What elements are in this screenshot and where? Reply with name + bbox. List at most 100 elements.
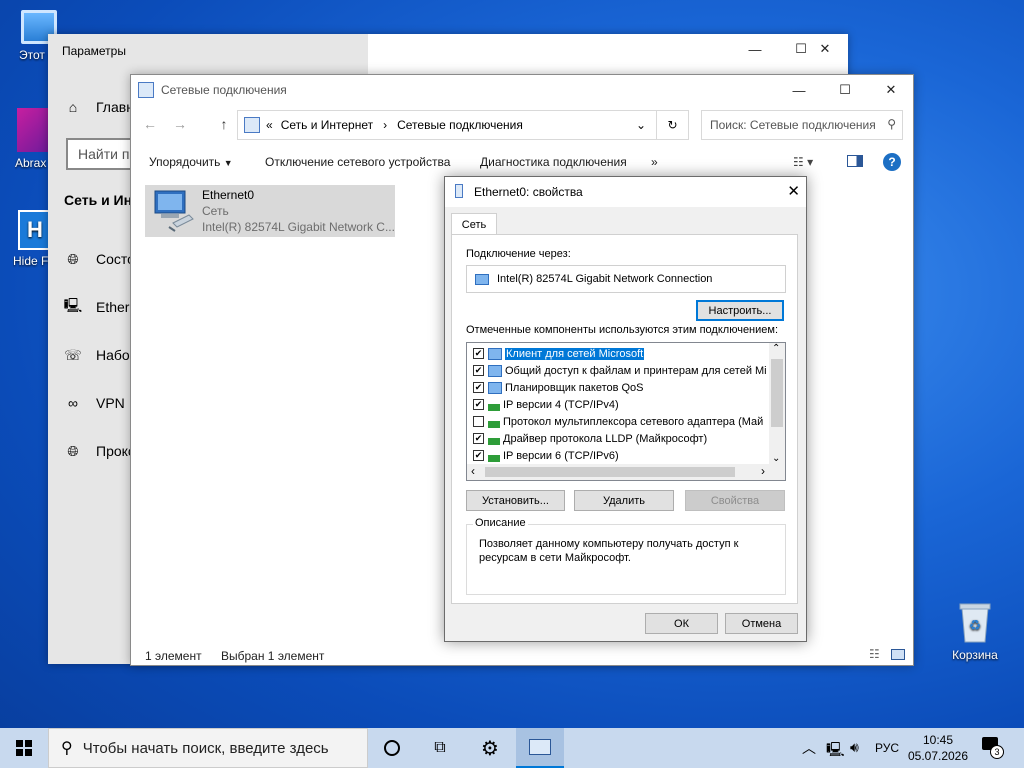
component-checkbox[interactable]: ✔ <box>473 382 484 393</box>
install-button[interactable]: Установить... <box>466 490 565 511</box>
settings-title: Параметры <box>62 44 126 58</box>
clock[interactable]: 10:45 05.07.2026 <box>906 732 970 764</box>
up-button[interactable]: ↑ <box>213 113 235 135</box>
sidebar-item-vpn[interactable]: ∞ VPN <box>64 394 125 412</box>
component-label: Общий доступ к файлам и принтерам для се… <box>505 364 767 377</box>
component-row[interactable]: ✔ Клиент для сетей Microsoft <box>467 345 771 362</box>
organize-label: Упорядочить <box>149 155 221 169</box>
network-tray-icon[interactable]: 🖳︎ <box>826 739 845 763</box>
forward-button[interactable]: → <box>169 113 191 135</box>
component-row[interactable]: ✔ Драйвер протокола LLDP (Майкрософт) <box>467 430 771 447</box>
ethernet0-connection[interactable]: Ethernet0 Сеть Intel(R) 82574L Gigabit N… <box>145 185 395 237</box>
scroll-right-icon[interactable]: › <box>761 464 765 478</box>
chevron-right-icon: › <box>383 118 388 132</box>
settings-home[interactable]: ⌂ Главн <box>64 98 134 116</box>
taskbar-search-box[interactable]: ⚲ Чтобы начать поиск, введите здесь <box>48 728 368 768</box>
close-button[interactable]: ✕ <box>802 34 848 64</box>
caret-down-icon: ▼ <box>223 158 233 168</box>
scrollbar-thumb[interactable] <box>771 359 783 427</box>
svg-text:♻: ♻ <box>969 617 982 633</box>
refresh-button[interactable]: ↻ <box>656 111 688 139</box>
minimize-button[interactable]: — <box>732 34 778 64</box>
uninstall-button[interactable]: Удалить <box>574 490 674 511</box>
task-view-button[interactable]: ⧉ <box>416 728 464 768</box>
horizontal-scrollbar[interactable]: ‹ › <box>467 464 785 480</box>
hscroll-thumb[interactable] <box>485 467 735 477</box>
dialog-title: Ethernet0: свойства <box>474 185 583 199</box>
back-button[interactable]: ← <box>139 113 161 135</box>
sidebar-item-status[interactable]: 🌐︎ Состо <box>64 250 135 268</box>
configure-button[interactable]: Настроить... <box>696 300 784 321</box>
network-client-icon <box>488 347 502 360</box>
search-input[interactable]: Поиск: Сетевые подключения ⚲ <box>701 110 903 140</box>
component-checkbox[interactable]: ✔ <box>473 365 484 376</box>
component-checkbox[interactable]: ✔ <box>473 399 484 410</box>
preview-pane-icon[interactable] <box>847 155 863 167</box>
address-bar[interactable]: « Сеть и Интернет › Сетевые подключения … <box>237 110 689 140</box>
notification-count-badge: 3 <box>990 745 1004 759</box>
component-checkbox[interactable]: ✔ <box>473 450 484 461</box>
view-options-icon[interactable]: ☷ ▾ <box>793 155 813 169</box>
component-checkbox[interactable]: ✔ <box>473 433 484 444</box>
description-group: Описание Позволяет данному компьютеру по… <box>466 517 786 595</box>
component-checkbox[interactable] <box>473 416 484 427</box>
cancel-button[interactable]: Отмена <box>725 613 798 634</box>
scroll-up-icon[interactable]: ⌃ <box>772 343 780 354</box>
component-row[interactable]: ✔ IP версии 6 (TCP/IPv6) <box>467 447 771 464</box>
settings-home-label: Главн <box>96 99 134 115</box>
vertical-scrollbar[interactable]: ⌃ ⌄ <box>769 343 785 464</box>
sidebar-item-proxy[interactable]: 🌐︎ Прокс <box>64 442 135 460</box>
sidebar-item-dialup[interactable]: ☏︎ Набор <box>64 346 137 364</box>
network-connections-taskbar-button[interactable] <box>516 728 564 768</box>
status-selected-count: Выбран 1 элемент <box>221 649 325 663</box>
diagnose-button[interactable]: Диагностика подключения <box>480 155 627 169</box>
minimize-button[interactable]: — <box>776 75 822 105</box>
taskbar-search-placeholder: Чтобы начать поиск, введите здесь <box>82 739 329 757</box>
sidebar-item-ethernet[interactable]: 🖳︎ Ethern <box>64 297 138 316</box>
organize-menu[interactable]: Упорядочить ▼ <box>149 155 233 169</box>
component-row[interactable]: Протокол мультиплексора сетевого адаптер… <box>467 413 771 430</box>
chevron-up-icon[interactable]: ︿ <box>802 738 816 758</box>
language-indicator[interactable]: РУС <box>875 741 899 755</box>
maximize-button[interactable]: ☐ <box>822 75 868 105</box>
network-folder-icon <box>244 117 260 133</box>
components-label: Отмеченные компоненты используются этим … <box>466 324 779 336</box>
disable-device-button[interactable]: Отключение сетевого устройства <box>265 155 450 169</box>
adapter-icon <box>455 184 463 198</box>
chevron-down-icon[interactable]: ⌄ <box>636 118 646 132</box>
scroll-left-icon[interactable]: ‹ <box>471 464 475 478</box>
tab-network[interactable]: Сеть <box>451 213 497 235</box>
cortana-button[interactable] <box>368 728 416 768</box>
components-list[interactable]: ✔ Клиент для сетей Microsoft ✔ Общий доступ… <box>466 342 786 481</box>
component-row[interactable]: ✔ Общий доступ к файлам и принтерам для с… <box>467 362 771 379</box>
details-view-icon[interactable]: ☷ <box>869 647 880 661</box>
volume-icon[interactable]: 🔊︎ <box>850 739 859 756</box>
clock-date: 05.07.2026 <box>907 749 969 763</box>
tiles-view-icon[interactable] <box>891 649 905 660</box>
globe-icon: 🌐︎ <box>67 442 79 459</box>
scroll-down-icon[interactable]: ⌄ <box>772 453 780 464</box>
more-commands-button[interactable]: » <box>651 155 658 169</box>
component-label: Драйвер протокола LLDP (Майкрософт) <box>503 432 708 445</box>
close-button[interactable]: ✕ <box>787 182 800 200</box>
component-row[interactable]: ✔ Планировщик пакетов QoS <box>467 379 771 396</box>
breadcrumb-network-connections[interactable]: Сетевые подключения <box>397 118 523 132</box>
taskbar: ⚲ Чтобы начать поиск, введите здесь ⧉ ⚙ … <box>0 728 1024 768</box>
close-button[interactable]: ✕ <box>868 75 914 105</box>
ethernet-properties-dialog: Ethernet0: свойства ✕ Сеть Подключение ч… <box>444 176 807 642</box>
help-icon[interactable]: ? <box>883 153 901 171</box>
search-icon: ⚲ <box>887 117 896 131</box>
ok-button[interactable]: ОК <box>645 613 718 634</box>
component-row[interactable]: ✔ IP версии 4 (TCP/IPv4) <box>467 396 771 413</box>
explorer-title: Сетевые подключения <box>161 83 287 97</box>
recycle-bin-icon[interactable]: ♻ Корзина <box>940 600 1010 662</box>
settings-taskbar-button[interactable]: ⚙ <box>466 728 514 768</box>
component-label: IP версии 4 (TCP/IPv4) <box>503 398 619 411</box>
component-checkbox[interactable]: ✔ <box>473 348 484 359</box>
breadcrumb-network-internet[interactable]: Сеть и Интернет <box>281 118 373 132</box>
start-button[interactable] <box>0 728 48 768</box>
action-center-button[interactable]: 3 <box>980 736 1006 760</box>
settings-search-placeholder: Найти па <box>78 146 138 162</box>
protocol-icon <box>488 398 500 411</box>
adapter-field: Intel(R) 82574L Gigabit Network Connecti… <box>466 265 786 293</box>
